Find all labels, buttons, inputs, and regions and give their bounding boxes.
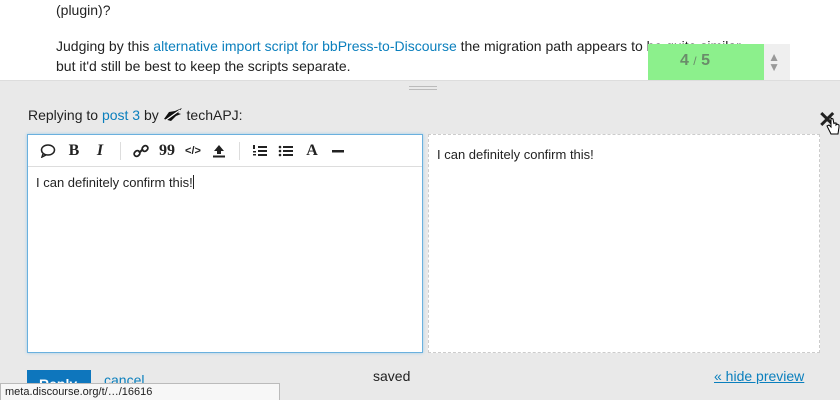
by-label: by [140, 107, 163, 123]
status-bar-url: meta.discourse.org/t/…/16616 [0, 383, 280, 400]
paragraph-text: but it'd still be best to keep the scrip… [56, 58, 351, 74]
progress-total: 5 [701, 52, 710, 69]
post-link[interactable]: post 3 [102, 107, 140, 123]
upload-icon[interactable] [209, 141, 229, 161]
progress-count: 4 / 5 [648, 52, 758, 70]
reply-textarea[interactable]: I can definitely confirm this! [28, 167, 422, 199]
hand-cursor-icon [826, 117, 840, 135]
reply-composer: Replying to post 3 by techAPJ: ✕ B I 99 … [0, 80, 840, 400]
hide-preview-link[interactable]: « hide preview [714, 368, 804, 384]
import-script-link[interactable]: alternative import script for bbPress-to… [153, 38, 456, 54]
italic-button[interactable]: I [90, 141, 110, 161]
composer-resize-grip[interactable] [409, 86, 437, 90]
preview-panel: I can definitely confirm this! [428, 134, 820, 353]
draft-saved-status: saved [373, 368, 411, 384]
post-paragraph: Judging by this alternative import scrip… [56, 36, 744, 76]
heading-button[interactable]: A [302, 141, 322, 161]
toolbar-divider [239, 141, 240, 160]
code-button[interactable]: </> [183, 141, 203, 161]
numbered-list-icon[interactable] [250, 141, 270, 161]
quote-button[interactable]: 99 [157, 141, 177, 161]
replying-prefix: Replying to [28, 107, 102, 123]
progress-current: 4 [679, 52, 689, 69]
editor-toolbar: B I 99 </> A [28, 135, 422, 167]
horizontal-rule-icon[interactable] [328, 141, 348, 161]
post-text-line: (plugin)? [56, 2, 111, 18]
text-caret [192, 175, 194, 189]
editor-text: I can definitely confirm this! [36, 175, 193, 190]
reply-username: techAPJ: [186, 107, 243, 123]
reply-to-line: Replying to post 3 by techAPJ: [28, 107, 243, 123]
paragraph-text: Judging by this [56, 38, 154, 54]
link-icon[interactable] [131, 141, 151, 161]
toolbar-divider [120, 141, 121, 160]
bold-button[interactable]: B [64, 141, 84, 161]
topic-progress[interactable]: 4 / 5 ▲ ▼ [648, 44, 790, 80]
progress-expand-icon[interactable]: ▲ ▼ [768, 51, 780, 73]
bullet-list-icon[interactable] [276, 141, 296, 161]
editor-panel: B I 99 </> A I can definitely confirm th… [27, 134, 423, 353]
preview-text: I can definitely confirm this! [437, 147, 594, 162]
user-avatar-icon [163, 108, 182, 121]
progress-separator: / [693, 54, 697, 68]
emoji-icon[interactable] [38, 141, 58, 161]
